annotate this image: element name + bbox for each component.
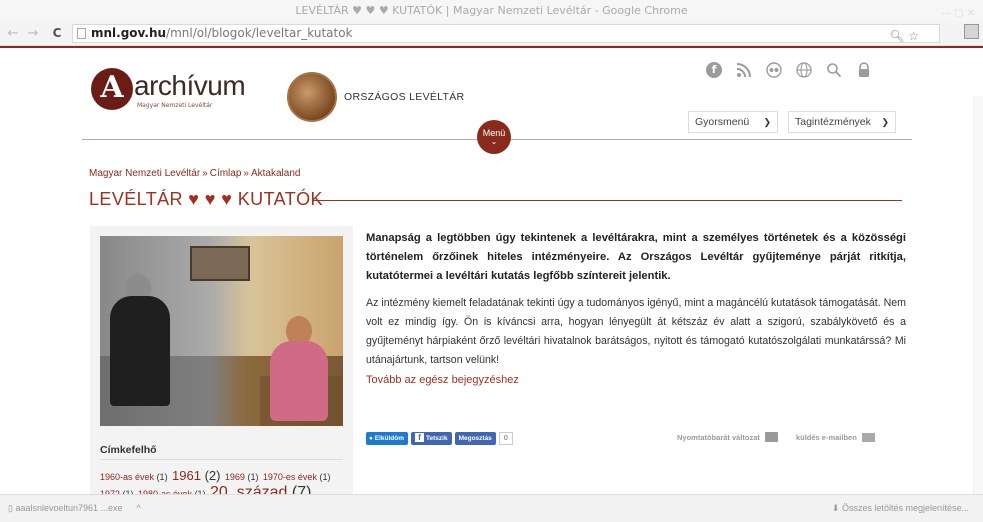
- print-email-links: Nyomtatóbarát változat küldés e-mailben: [677, 432, 875, 442]
- sidebar: Címkefelhő 1960-as évek (1) 1961 (2) 196…: [90, 226, 353, 501]
- email-link[interactable]: küldés e-mailben: [796, 433, 857, 442]
- page-icon: [77, 28, 86, 39]
- quick-menu-select[interactable]: Gyorsmenü ❯: [688, 111, 778, 133]
- chevron-down-icon: ❯: [881, 117, 889, 127]
- chevron-down-icon: ❯: [763, 117, 771, 127]
- browser-window: LEVÉLTÁR ♥ ♥ ♥ KUTATÓK | Magyar Nemzeti …: [0, 0, 983, 522]
- like-button[interactable]: f Tetszik: [411, 432, 452, 445]
- national-archives-label[interactable]: ORSZÁGOS LEVÉLTÁR: [344, 91, 464, 103]
- download-item[interactable]: ▯ aaalsnlevoeltun7961 ...exe ^: [8, 503, 141, 514]
- main-menu-button[interactable]: Menü ⌄: [477, 120, 511, 154]
- tag-item[interactable]: 1960-as évek (1): [100, 472, 168, 482]
- page-scrollbar[interactable]: [973, 96, 983, 522]
- page-title: LEVÉLTÁR ♥ ♥ ♥ KUTATÓK: [89, 189, 323, 209]
- url-input[interactable]: mnl.gov.hu/mnl/ol/blogok/leveltar_kutato…: [72, 24, 940, 43]
- rss-icon[interactable]: [729, 57, 759, 83]
- article-body: Az intézmény kiemelt feladatának tekinti…: [366, 297, 906, 366]
- forward-button[interactable]: →: [26, 26, 40, 41]
- back-button[interactable]: ←: [6, 26, 20, 41]
- show-all-downloads-link[interactable]: ⬇ Összes letöltés megjelenítése...: [832, 503, 969, 514]
- address-bar-row: ← → C mnl.gov.hu/mnl/ol/blogok/leveltar_…: [0, 22, 983, 46]
- tag-item[interactable]: 1970-es évek (1): [263, 472, 331, 482]
- quick-menu-value: Gyorsmenü: [695, 116, 750, 128]
- article-photo[interactable]: [100, 236, 343, 426]
- read-more-link[interactable]: Tovább az egész bejegyzéshez: [366, 374, 519, 386]
- web-page: A archívum Magyar Nemzeti Levéltár ORSZÁ…: [0, 48, 983, 522]
- share-count: 0: [498, 432, 513, 445]
- share-button[interactable]: Megosztás: [454, 432, 496, 445]
- tag-cloud-divider: [100, 459, 343, 460]
- tag-cloud-title: Címkefelhő: [100, 444, 157, 456]
- archivum-logo-text[interactable]: archívum: [134, 70, 246, 102]
- send-button[interactable]: ● Elküldöm: [366, 432, 408, 445]
- reload-button[interactable]: C: [50, 26, 64, 40]
- mail-icon[interactable]: [861, 432, 875, 442]
- member-institutions-value: Tagintézmények: [795, 116, 871, 128]
- window-titlebar: LEVÉLTÁR ♥ ♥ ♥ KUTATÓK | Magyar Nemzeti …: [0, 0, 983, 22]
- breadcrumb-home[interactable]: Magyar Nemzeti Levéltár: [89, 168, 200, 179]
- archivum-logo-mark[interactable]: A: [91, 68, 133, 110]
- download-shelf: ▯ aaalsnlevoeltun7961 ...exe ^ ⬇ Összes l…: [0, 494, 983, 522]
- title-rule: [312, 200, 902, 201]
- facebook-icon[interactable]: f: [699, 57, 729, 83]
- tag-item[interactable]: 1961 (2): [172, 468, 220, 483]
- page-content-column: A archívum Magyar Nemzeti Levéltár ORSZÁ…: [82, 48, 912, 501]
- archivum-logo-subtitle: Magyar Nemzeti Levéltár: [137, 102, 213, 109]
- national-archives-seal[interactable]: [287, 72, 337, 122]
- share-bar: ● Elküldöm f Tetszik Megosztás 0: [366, 432, 513, 445]
- chevron-down-icon: ⌄: [490, 137, 498, 146]
- window-title: LEVÉLTÁR ♥ ♥ ♥ KUTATÓK | Magyar Nemzeti …: [295, 4, 688, 17]
- chrome-menu-button[interactable]: [964, 24, 979, 39]
- globe-icon[interactable]: [789, 57, 819, 83]
- member-institutions-select[interactable]: Tagintézmények ❯: [788, 111, 896, 133]
- url-host: mnl.gov.hu: [91, 26, 167, 40]
- breadcrumb-section[interactable]: Aktakaland: [251, 168, 300, 179]
- printer-icon[interactable]: [764, 432, 778, 442]
- header-icon-row: f: [699, 57, 879, 83]
- tag-item[interactable]: 1969 (1): [225, 472, 259, 482]
- breadcrumb: Magyar Nemzeti Levéltár» Címlap» Aktakalan…: [89, 168, 301, 179]
- breadcrumb-frontpage[interactable]: Címlap: [210, 168, 242, 179]
- article-lead: Manapság a legtöbben úgy tekintenek a le…: [366, 232, 906, 282]
- lock-icon[interactable]: [849, 57, 879, 83]
- zoom-star-icons[interactable]: 🔍︎ ☆: [889, 28, 919, 45]
- search-icon[interactable]: [819, 57, 849, 83]
- url-path: /mnl/ol/blogok/leveltar_kutatok: [166, 26, 353, 40]
- print-link[interactable]: Nyomtatóbarát változat: [677, 433, 760, 442]
- flickr-icon[interactable]: [759, 57, 789, 83]
- facebook-icon: f: [415, 433, 424, 442]
- chevron-up-icon[interactable]: ^: [137, 503, 141, 513]
